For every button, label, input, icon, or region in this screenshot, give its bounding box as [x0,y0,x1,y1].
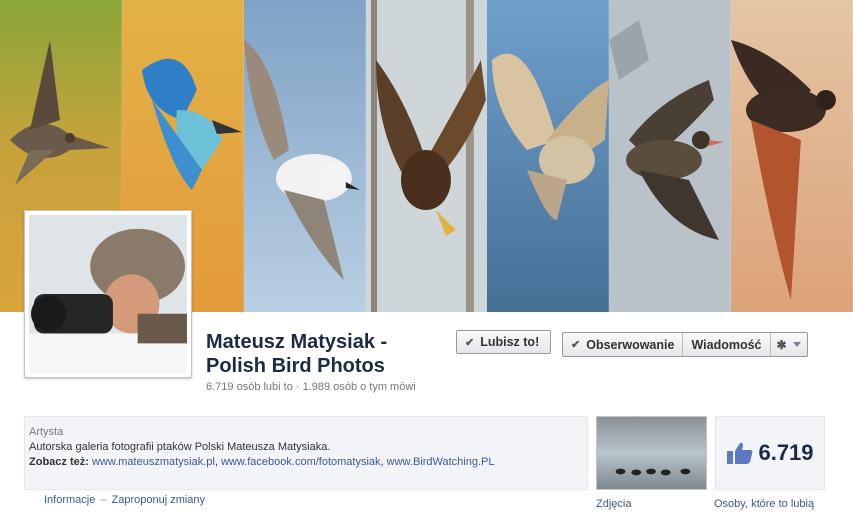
photos-thumbnail-image [597,417,706,489]
page-title: Mateusz Matysiak - Polish Bird Photos [206,331,388,377]
cover-panel-duck [731,0,853,312]
page-stats: 6.719 osób lubi to · 1.989 osób o tym mó… [206,381,416,393]
dropdown-caret-icon [792,342,801,347]
follow-button[interactable]: ✔ Obserwowanie [563,333,684,356]
cover-panel-owl [487,0,610,312]
like-button-label: Lubisz to! [480,335,540,349]
link-birdwatching[interactable]: www.BirdWatching.PL [387,456,495,468]
message-button-label: Wiadomość [691,337,762,352]
photos-app-label[interactable]: Zdjęcia [596,498,631,510]
see-also-line: Zobacz też: www.mateuszmatysiak.pl, www.… [29,456,495,468]
page-actions-group: ✔ Obserwowanie Wiadomość ✱ [562,332,808,357]
separator: – [100,494,107,506]
info-link[interactable]: Informacje [44,494,95,506]
info-links: Informacje – Zaproponuj zmiany [44,494,205,506]
cover-panel-goose [609,0,732,312]
likes-app-box[interactable]: 6.719 [715,416,825,490]
see-also-label: Zobacz też: [29,456,89,468]
likes-app-label[interactable]: Osoby, które to lubią [714,498,814,510]
message-button[interactable]: Wiadomość [683,333,771,356]
photos-app-thumbnail[interactable] [596,416,707,490]
gear-icon: ✱ [776,337,787,352]
about-box: Artysta Autorska galeria fotografii ptak… [24,416,588,490]
follow-button-label: Obserwowanie [586,337,675,352]
like-button[interactable]: ✔ Lubisz to! [456,330,551,354]
cover-panel-gull [243,0,366,312]
settings-dropdown-button[interactable]: ✱ [771,333,807,356]
profile-photo-image [29,215,187,373]
cover-panel-eagle [365,0,488,312]
check-icon: ✔ [571,339,581,351]
link-website[interactable]: www.mateuszmatysiak.pl [92,456,215,468]
page-description: Autorska galeria fotografii ptaków Polsk… [29,441,331,453]
profile-picture[interactable] [24,210,192,378]
check-icon: ✔ [465,336,475,349]
thumbs-up-icon [727,442,753,464]
suggest-edits-link[interactable]: Zaproponuj zmiany [111,494,205,506]
link-facebook[interactable]: www.facebook.com/fotomatysiak [221,456,381,468]
likes-count: 6.719 [758,440,814,465]
page-category: Artysta [29,426,64,438]
